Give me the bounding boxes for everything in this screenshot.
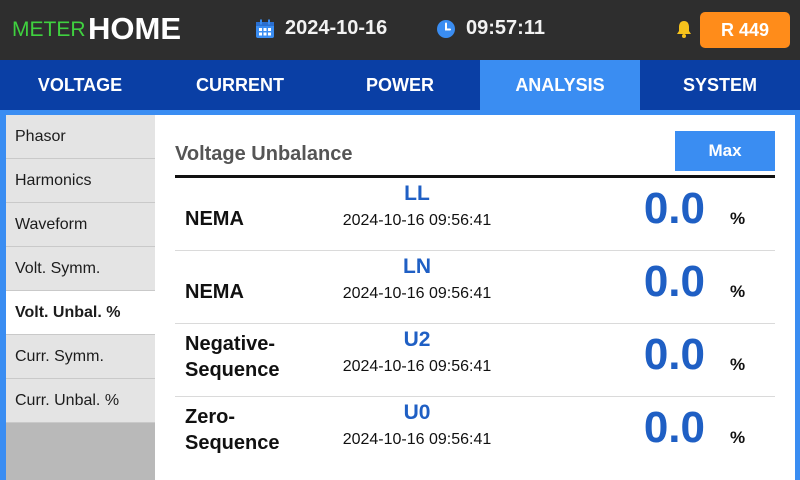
sidebar-item-volt-symm[interactable]: Volt. Symm. bbox=[6, 247, 155, 291]
top-header: METER HOME 2024-10-16 09:57:11 R 449 bbox=[0, 0, 800, 60]
row-label: NEMA bbox=[185, 279, 244, 305]
row-code: LN bbox=[403, 255, 431, 278]
row-label-line2: Sequence bbox=[185, 359, 280, 381]
time-display: 09:57:11 bbox=[436, 17, 545, 40]
tab-system[interactable]: SYSTEM bbox=[640, 60, 800, 110]
row-label-line1: NEMA bbox=[185, 281, 244, 303]
row-label-line1: Zero- bbox=[185, 406, 235, 428]
main-content: Voltage Unbalance Max NEMA LL 2024-10-16… bbox=[155, 115, 795, 480]
bell-icon[interactable] bbox=[674, 19, 694, 39]
row-code: LL bbox=[404, 182, 430, 205]
max-button[interactable]: Max bbox=[675, 131, 775, 171]
row-value: 0.0 bbox=[643, 403, 705, 452]
row-unit: % bbox=[730, 209, 746, 228]
current-time: 09:57:11 bbox=[466, 17, 545, 39]
table-row: NEMA LL 2024-10-16 09:56:41 0.0 % bbox=[175, 178, 775, 251]
row-label: Negative- Sequence bbox=[185, 331, 279, 383]
row-label: NEMA bbox=[185, 206, 244, 232]
clock-icon bbox=[437, 19, 455, 38]
row-timestamp: 2024-10-16 09:56:41 bbox=[342, 285, 492, 302]
sidebar-item-volt-unbal[interactable]: Volt. Unbal. % bbox=[6, 291, 155, 335]
row-timestamp: 2024-10-16 09:56:41 bbox=[342, 358, 492, 375]
row-code: U0 bbox=[403, 401, 431, 424]
tab-current[interactable]: CURRENT bbox=[160, 60, 320, 110]
row-label-line2: Sequence bbox=[185, 432, 280, 454]
row-value: 0.0 bbox=[643, 184, 705, 233]
row-unit: % bbox=[730, 282, 746, 301]
sidebar-item-curr-symm[interactable]: Curr. Symm. bbox=[6, 335, 155, 379]
brand-prefix: METER bbox=[12, 18, 86, 41]
row-timestamp: 2024-10-16 09:56:41 bbox=[342, 431, 492, 448]
table-row: Negative- Sequence U2 2024-10-16 09:56:4… bbox=[175, 324, 775, 397]
sidebar-item-curr-unbal[interactable]: Curr. Unbal. % bbox=[6, 379, 155, 423]
row-value: 0.0 bbox=[643, 257, 705, 306]
row-label: Zero- Sequence bbox=[185, 404, 279, 456]
calendar-icon bbox=[256, 19, 274, 38]
sidebar: Phasor Harmonics Waveform Volt. Symm. Vo… bbox=[6, 115, 155, 480]
sidebar-item-harmonics[interactable]: Harmonics bbox=[6, 159, 155, 203]
table-row: NEMA LN 2024-10-16 09:56:41 0.0 % bbox=[175, 251, 775, 324]
row-code: U2 bbox=[403, 328, 431, 351]
row-label-line1: NEMA bbox=[185, 208, 244, 230]
row-timestamp: 2024-10-16 09:56:41 bbox=[342, 212, 492, 229]
tab-voltage[interactable]: VOLTAGE bbox=[0, 60, 160, 110]
table-row: Zero- Sequence U0 2024-10-16 09:56:41 0.… bbox=[175, 397, 775, 470]
row-value: 0.0 bbox=[643, 330, 705, 379]
tab-power[interactable]: POWER bbox=[320, 60, 480, 110]
row-unit: % bbox=[730, 428, 746, 447]
row-unit: % bbox=[730, 355, 746, 374]
section-title: Voltage Unbalance bbox=[175, 143, 353, 165]
tab-analysis[interactable]: ANALYSIS bbox=[480, 60, 640, 110]
sidebar-item-phasor[interactable]: Phasor bbox=[6, 115, 155, 159]
status-badge[interactable]: R 449 bbox=[700, 12, 790, 48]
date-display: 2024-10-16 bbox=[255, 17, 387, 40]
row-label-line1: Negative- bbox=[185, 333, 276, 355]
main-tabs: VOLTAGE CURRENT POWER ANALYSIS SYSTEM bbox=[0, 60, 800, 110]
current-date: 2024-10-16 bbox=[285, 17, 388, 39]
sidebar-item-waveform[interactable]: Waveform bbox=[6, 203, 155, 247]
page-title[interactable]: HOME bbox=[88, 11, 181, 47]
